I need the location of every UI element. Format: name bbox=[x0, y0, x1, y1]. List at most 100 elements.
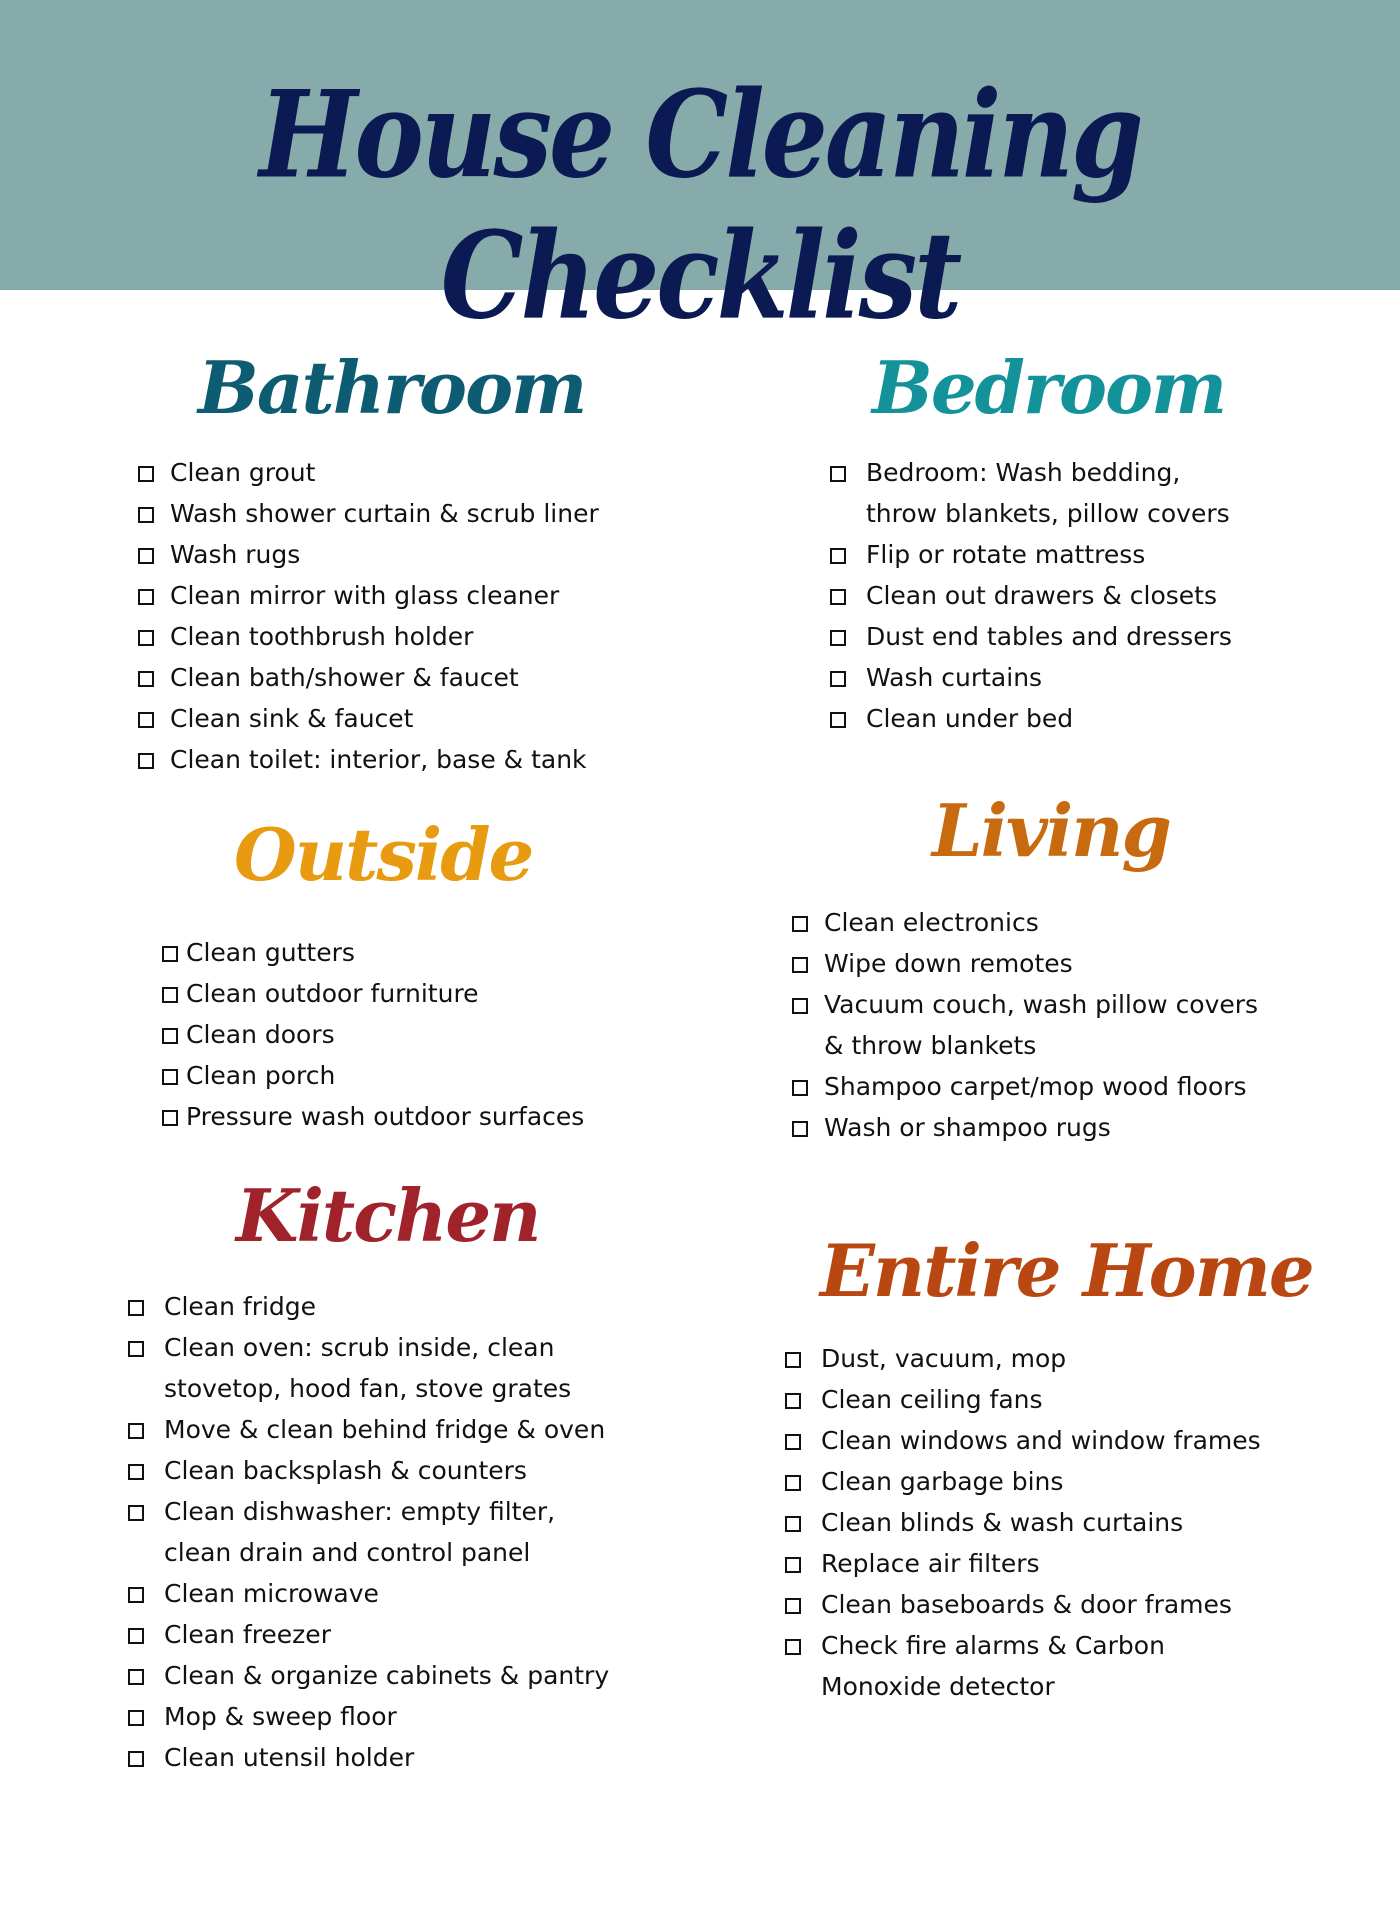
checklist-item-label: Clean freezer bbox=[164, 1620, 331, 1649]
checkbox-icon[interactable] bbox=[792, 998, 808, 1014]
checklist-item-label: Move & clean behind fridge & oven bbox=[164, 1415, 606, 1444]
checklist-item[interactable]: Clean under bed bbox=[830, 698, 1250, 739]
checklist-bedroom: Bedroom: Wash bedding, throw blankets, p… bbox=[830, 452, 1250, 739]
checkbox-icon[interactable] bbox=[128, 1300, 144, 1316]
checklist-item[interactable]: Clean electronics bbox=[792, 902, 1272, 943]
checkbox-icon[interactable] bbox=[792, 1121, 808, 1137]
checklist-item[interactable]: Clean windows and window frames bbox=[785, 1420, 1285, 1461]
checklist-item-label: Clean windows and window frames bbox=[821, 1426, 1261, 1455]
checkbox-icon[interactable] bbox=[830, 630, 846, 646]
checklist-item[interactable]: Move & clean behind fridge & oven bbox=[128, 1409, 628, 1450]
checkbox-icon[interactable] bbox=[138, 753, 154, 769]
checklist-item-label: Bedroom: Wash bedding, throw blankets, p… bbox=[866, 458, 1230, 528]
checklist-item[interactable]: Replace air filters bbox=[785, 1543, 1285, 1584]
checklist-item-label: Wash curtains bbox=[866, 663, 1043, 692]
checklist-item[interactable]: Clean freezer bbox=[128, 1614, 628, 1655]
checkbox-icon[interactable] bbox=[785, 1352, 801, 1368]
checkbox-icon[interactable] bbox=[128, 1341, 144, 1357]
checkbox-icon[interactable] bbox=[128, 1587, 144, 1603]
checklist-item[interactable]: Clean porch bbox=[162, 1055, 602, 1096]
checkbox-icon[interactable] bbox=[138, 466, 154, 482]
checklist-item[interactable]: Clean ceiling fans bbox=[785, 1379, 1285, 1420]
checkbox-icon[interactable] bbox=[138, 507, 154, 523]
checkbox-icon[interactable] bbox=[162, 987, 178, 1003]
checkbox-icon[interactable] bbox=[128, 1710, 144, 1726]
checklist-item[interactable]: Clean backsplash & counters bbox=[128, 1450, 628, 1491]
checklist-item-label: Clean doors bbox=[186, 1020, 335, 1049]
checklist-item[interactable]: Clean sink & faucet bbox=[138, 698, 618, 739]
checkbox-icon[interactable] bbox=[162, 1110, 178, 1126]
checklist-item[interactable]: Clean baseboards & door frames bbox=[785, 1584, 1285, 1625]
checklist-item[interactable]: Clean utensil holder bbox=[128, 1737, 628, 1778]
checkbox-icon[interactable] bbox=[830, 548, 846, 564]
checkbox-icon[interactable] bbox=[138, 548, 154, 564]
checklist-item-label: Clean under bed bbox=[866, 704, 1074, 733]
checkbox-icon[interactable] bbox=[138, 712, 154, 728]
checkbox-icon[interactable] bbox=[792, 1080, 808, 1096]
checkbox-icon[interactable] bbox=[785, 1393, 801, 1409]
checklist-item-label: Clean gutters bbox=[186, 938, 355, 967]
checklist-item[interactable]: Clean doors bbox=[162, 1014, 602, 1055]
checklist-item[interactable]: Clean bath/shower & faucet bbox=[138, 657, 618, 698]
checkbox-icon[interactable] bbox=[830, 671, 846, 687]
checklist-item[interactable]: Clean garbage bins bbox=[785, 1461, 1285, 1502]
checkbox-icon[interactable] bbox=[162, 1069, 178, 1085]
checkbox-icon[interactable] bbox=[162, 946, 178, 962]
checkbox-icon[interactable] bbox=[138, 671, 154, 687]
checklist-item[interactable]: Wipe down remotes bbox=[792, 943, 1272, 984]
checklist-item[interactable]: Check fire alarms & Carbon Monoxide dete… bbox=[785, 1625, 1285, 1707]
checklist-item-label: Clean bath/shower & faucet bbox=[170, 663, 519, 692]
checkbox-icon[interactable] bbox=[785, 1598, 801, 1614]
checkbox-icon[interactable] bbox=[128, 1751, 144, 1767]
section-heading-outside: Outside bbox=[234, 812, 534, 897]
checkbox-icon[interactable] bbox=[138, 589, 154, 605]
checklist-item[interactable]: Bedroom: Wash bedding, throw blankets, p… bbox=[830, 452, 1250, 534]
checkbox-icon[interactable] bbox=[128, 1669, 144, 1685]
checklist-item[interactable]: Wash or shampoo rugs bbox=[792, 1107, 1272, 1148]
checkbox-icon[interactable] bbox=[785, 1557, 801, 1573]
checklist-item[interactable]: Clean fridge bbox=[128, 1286, 628, 1327]
checkbox-icon[interactable] bbox=[785, 1639, 801, 1655]
checklist-bathroom: Clean grout Wash shower curtain & scrub l… bbox=[138, 452, 618, 780]
checklist-item[interactable]: Clean oven: scrub inside, clean stovetop… bbox=[128, 1327, 628, 1409]
checklist-item-label: Clean ceiling fans bbox=[821, 1385, 1043, 1414]
checklist-item[interactable]: Dust, vacuum, mop bbox=[785, 1338, 1285, 1379]
checklist-item[interactable]: Clean out drawers & closets bbox=[830, 575, 1250, 616]
checklist-item[interactable]: Flip or rotate mattress bbox=[830, 534, 1250, 575]
checkbox-icon[interactable] bbox=[128, 1628, 144, 1644]
checklist-item[interactable]: Clean blinds & wash curtains bbox=[785, 1502, 1285, 1543]
checkbox-icon[interactable] bbox=[128, 1505, 144, 1521]
checklist-item[interactable]: Wash rugs bbox=[138, 534, 618, 575]
checklist-item[interactable]: Clean dishwasher: empty filter, clean dr… bbox=[128, 1491, 628, 1573]
checklist-item[interactable]: Vacuum couch, wash pillow covers & throw… bbox=[792, 984, 1272, 1066]
checkbox-icon[interactable] bbox=[785, 1434, 801, 1450]
checkbox-icon[interactable] bbox=[830, 589, 846, 605]
checklist-item[interactable]: Mop & sweep floor bbox=[128, 1696, 628, 1737]
checkbox-icon[interactable] bbox=[128, 1464, 144, 1480]
checklist-item[interactable]: Pressure wash outdoor surfaces bbox=[162, 1096, 602, 1137]
checklist-item[interactable]: Clean toilet: interior, base & tank bbox=[138, 739, 618, 780]
checklist-item[interactable]: Dust end tables and dressers bbox=[830, 616, 1250, 657]
checkbox-icon[interactable] bbox=[785, 1516, 801, 1532]
checklist-item[interactable]: Clean & organize cabinets & pantry bbox=[128, 1655, 628, 1696]
checkbox-icon[interactable] bbox=[792, 957, 808, 973]
checkbox-icon[interactable] bbox=[162, 1028, 178, 1044]
checklist-item[interactable]: Clean microwave bbox=[128, 1573, 628, 1614]
checkbox-icon[interactable] bbox=[830, 466, 846, 482]
checklist-item[interactable]: Clean toothbrush holder bbox=[138, 616, 618, 657]
checkbox-icon[interactable] bbox=[830, 712, 846, 728]
checklist-item[interactable]: Wash shower curtain & scrub liner bbox=[138, 493, 618, 534]
checklist-item[interactable]: Clean mirror with glass cleaner bbox=[138, 575, 618, 616]
checkbox-icon[interactable] bbox=[138, 630, 154, 646]
page-title: House Cleaning Checklist bbox=[259, 63, 1143, 347]
checkbox-icon[interactable] bbox=[128, 1423, 144, 1439]
checklist-item[interactable]: Clean grout bbox=[138, 452, 618, 493]
checklist-living: Clean electronics Wipe down remotes Vacuum… bbox=[792, 902, 1272, 1148]
checklist-item[interactable]: Clean outdoor furniture bbox=[162, 973, 602, 1014]
checkbox-icon[interactable] bbox=[792, 916, 808, 932]
checklist-item[interactable]: Shampoo carpet/mop wood floors bbox=[792, 1066, 1272, 1107]
checkbox-icon[interactable] bbox=[785, 1475, 801, 1491]
checklist-item[interactable]: Clean gutters bbox=[162, 932, 602, 973]
checklist-item[interactable]: Wash curtains bbox=[830, 657, 1250, 698]
checklist-item-label: Clean blinds & wash curtains bbox=[821, 1508, 1184, 1537]
